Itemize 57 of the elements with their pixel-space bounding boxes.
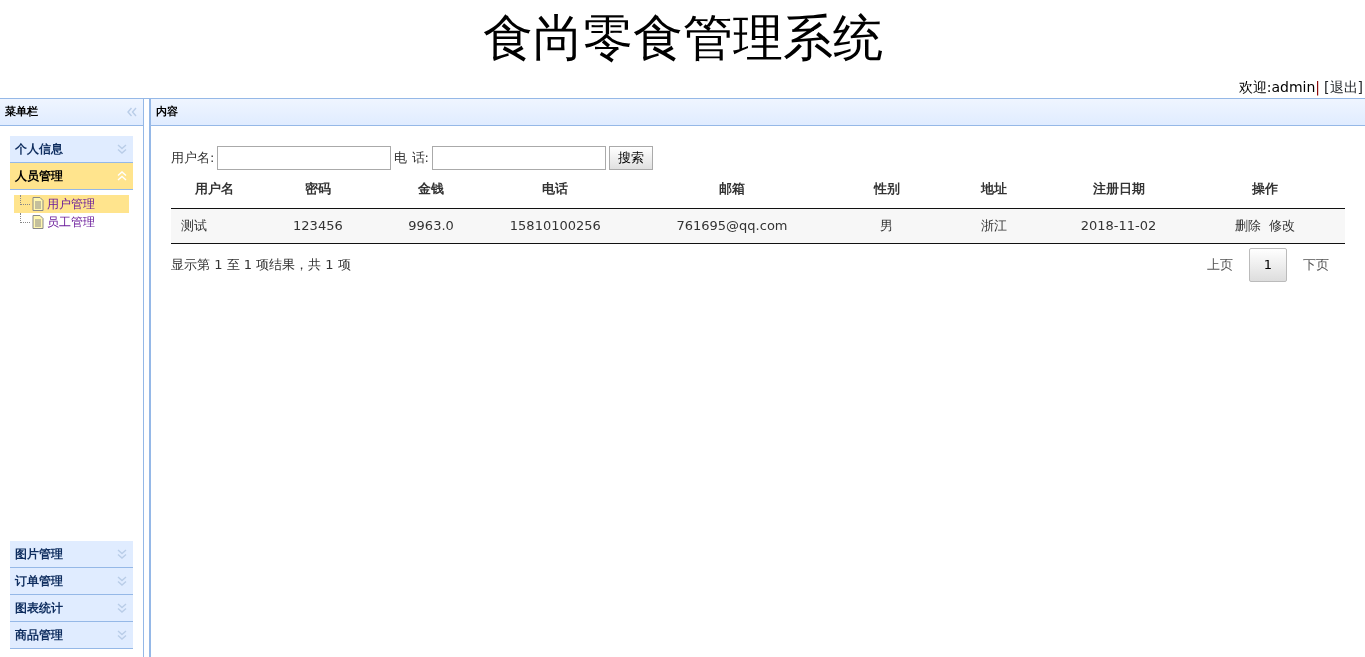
- field-label: 电 话:: [394, 149, 429, 168]
- table-cell: 测试: [171, 208, 258, 243]
- column-header: 用户名: [171, 170, 258, 208]
- expand-icon: [116, 602, 128, 614]
- column-header: 密码: [257, 170, 379, 208]
- expand-icon: [116, 575, 128, 587]
- column-header: 操作: [1184, 170, 1345, 208]
- expand-icon: [116, 143, 128, 155]
- table-cell: 15810100256: [483, 208, 628, 243]
- action-link[interactable]: 修改: [1268, 217, 1295, 233]
- column-header: 性别: [836, 170, 937, 208]
- document-icon: [32, 215, 44, 229]
- search-button[interactable]: 搜索: [608, 146, 653, 170]
- table-cell: 浙江: [936, 208, 1053, 243]
- table-cell: 123456: [257, 208, 379, 243]
- accordion-header[interactable]: 图片管理: [10, 541, 133, 568]
- welcome-text: 欢迎:admin: [1238, 79, 1316, 95]
- column-header: 邮箱: [627, 170, 837, 208]
- previous-page-button[interactable]: 上页: [1191, 254, 1249, 275]
- field-label: 用户名:: [171, 149, 215, 168]
- document-icon: [32, 197, 44, 211]
- page-button[interactable]: 1: [1249, 247, 1287, 282]
- column-header: 金钱: [378, 170, 484, 208]
- table-cell: 男: [836, 208, 937, 243]
- section-label: 人员管理: [15, 168, 63, 185]
- section-label: 图片管理: [15, 546, 63, 563]
- panel-title: 菜单栏: [5, 103, 38, 120]
- tree-item[interactable]: 员工管理: [14, 213, 129, 231]
- collapse-icon: [116, 170, 128, 182]
- accordion-header[interactable]: 人员管理: [10, 163, 133, 190]
- column-header: 电话: [483, 170, 628, 208]
- summary-text: 显示第 1 至 1 项结果，共 1 项: [171, 255, 351, 274]
- next-page-button[interactable]: 下页: [1287, 254, 1345, 275]
- column-header: 注册日期: [1052, 170, 1185, 208]
- panel-title: 内容: [156, 103, 178, 120]
- tree-item[interactable]: 用户管理: [14, 195, 129, 213]
- table-cell: 2018-11-02: [1052, 208, 1185, 243]
- section-label: 图表统计: [15, 600, 63, 617]
- column-header: 地址: [936, 170, 1053, 208]
- section-label: 个人信息: [15, 141, 63, 158]
- expand-icon: [116, 629, 128, 641]
- accordion-header[interactable]: 个人信息: [10, 136, 133, 163]
- collapse-icon[interactable]: [126, 106, 138, 118]
- section-label: 商品管理: [15, 627, 63, 644]
- logout-link[interactable]: [退出]: [1324, 79, 1363, 95]
- expand-icon: [116, 548, 128, 560]
- accordion-header[interactable]: 商品管理: [10, 622, 133, 649]
- table-cell: 9963.0: [378, 208, 484, 243]
- app-title: 食尚零食管理系统: [481, 8, 884, 69]
- separator-text: |: [1315, 79, 1321, 95]
- section-label: 订单管理: [15, 573, 63, 590]
- action-link[interactable]: 删除: [1234, 217, 1261, 233]
- input-field[interactable]: [217, 146, 392, 170]
- input-field[interactable]: [431, 146, 606, 170]
- accordion-header[interactable]: 订单管理: [10, 568, 133, 595]
- accordion-header[interactable]: 图表统计: [10, 595, 133, 622]
- table-cell: 761695@qq.com: [627, 208, 837, 243]
